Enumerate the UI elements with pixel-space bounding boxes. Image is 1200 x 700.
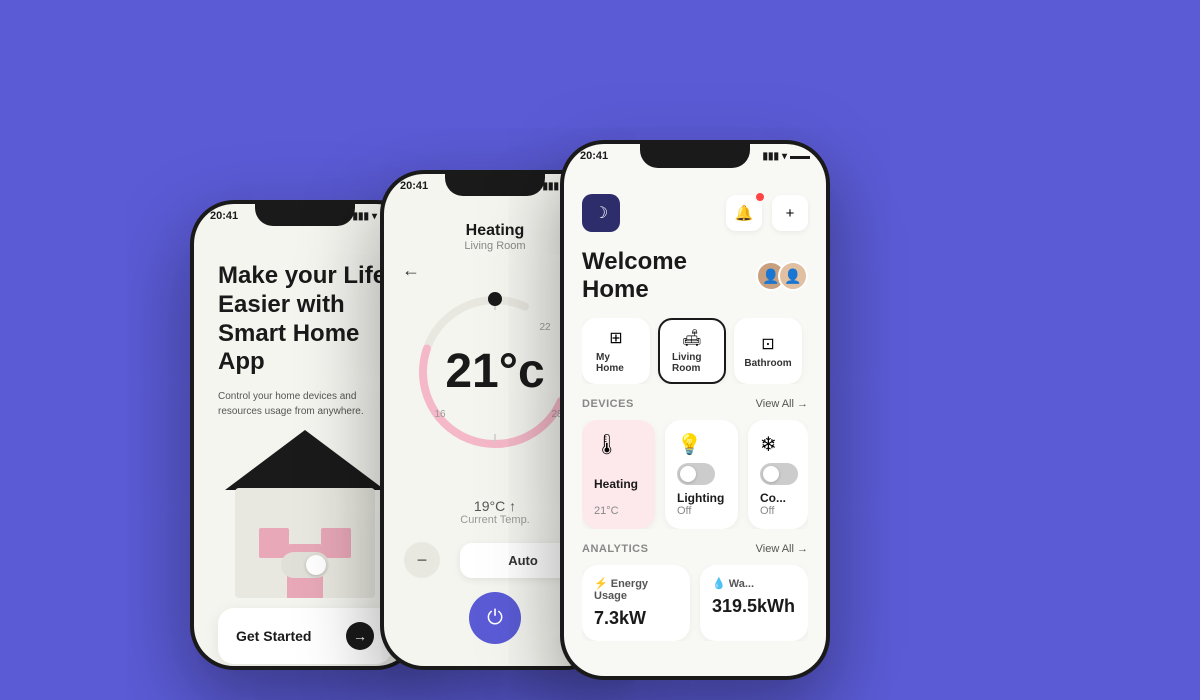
power-button[interactable]: ⏻ (469, 592, 521, 644)
house-illustration (218, 439, 392, 598)
notification-button[interactable]: 🔔 (726, 195, 762, 231)
app-icon-button[interactable]: ☽ (582, 194, 620, 232)
arrow-icon: → (346, 622, 374, 650)
heating-title: Heating (404, 222, 586, 240)
subtext-1: Control your home devices and resources … (218, 389, 392, 419)
analytics-section-header: ANALYTICS View All → (582, 543, 808, 555)
devices-section-header: DEVICES View All → (582, 398, 808, 410)
lighting-toggle[interactable] (677, 463, 715, 485)
co-icon: ❄ (760, 432, 796, 457)
view-all-analytics[interactable]: View All → (756, 543, 808, 555)
device-card-heating[interactable]: 🌡 Heating 21°C (582, 420, 655, 529)
arc-dot (488, 292, 502, 306)
co-name: Co... (760, 491, 796, 505)
time-2: 20:41 (400, 180, 428, 192)
svg-text:22: 22 (539, 322, 551, 333)
avatar-2: 👤 (778, 261, 808, 291)
headline-1: Make your Life Easier with Smart Home Ap… (218, 262, 392, 377)
get-started-label: Get Started (236, 628, 311, 644)
bathroom-icon: ⊡ (761, 334, 774, 354)
current-temp-label: Current Temp. (404, 514, 586, 526)
welcome-text: Welcome Home (582, 248, 756, 304)
water-value: 319.5kWh (712, 596, 796, 617)
analytics-card-water: 💧 Wa... 319.5kWh (700, 565, 808, 641)
house-body (235, 488, 375, 598)
water-title: 💧 Wa... (712, 577, 796, 590)
heating-icon: 🌡 (594, 432, 643, 457)
view-all-devices[interactable]: View All → (756, 398, 808, 410)
temperature-display: 21°c (445, 348, 544, 396)
tab-bathroom[interactable]: ⊡ Bathroom (734, 318, 802, 384)
signal-icons-3: ▮▮▮▾▬▬ (762, 151, 810, 162)
co-value: Off (760, 505, 796, 517)
heating-value: 21°C (594, 505, 643, 517)
toggle-pill-house (281, 552, 329, 578)
analytics-row: ⚡ Energy Usage 7.3kW 💧 Wa... 319.5kWh (582, 565, 808, 641)
topbar-right: 🔔 + (726, 195, 808, 231)
phone-3: 20:41 ▮▮▮▾▬▬ ☽ 🔔 + Welcome Home (560, 140, 830, 680)
heating-name: Heating (594, 477, 643, 491)
temperature-value: 21°c (445, 348, 544, 396)
device-card-lighting[interactable]: 💡 Lighting Off (665, 420, 738, 529)
lighting-icon: 💡 (677, 432, 726, 457)
minus-button[interactable]: − (404, 542, 440, 578)
welcome-row: Welcome Home 👤 👤 (582, 248, 808, 304)
lighting-name: Lighting (677, 491, 726, 505)
energy-value: 7.3kW (594, 608, 678, 629)
tab-my-home[interactable]: ⊞ My Home (582, 318, 650, 384)
notch-2 (445, 174, 545, 196)
avatars: 👤 👤 (756, 261, 808, 291)
current-temp-value: 19°C ↑ (404, 498, 586, 514)
my-home-icon: ⊞ (609, 328, 622, 348)
lighting-value: Off (677, 505, 726, 517)
back-button[interactable]: ← (402, 260, 420, 281)
analytics-label: ANALYTICS (582, 543, 648, 555)
analytics-card-energy: ⚡ Energy Usage 7.3kW (582, 565, 690, 641)
co-toggle-knob (763, 466, 779, 482)
get-started-button[interactable]: Get Started → (218, 608, 392, 664)
house-window-left (259, 528, 289, 558)
living-room-label: Living Room (672, 352, 712, 374)
co-toggle[interactable] (760, 463, 798, 485)
devices-row: 🌡 Heating 21°C 💡 Lighting Off ❄ (582, 420, 808, 529)
heating-subtitle: Living Room (404, 240, 586, 252)
tab-living-room[interactable]: 🛋 Living Room (658, 318, 726, 384)
house-window-right (321, 528, 351, 558)
phone-3-topbar: ☽ 🔔 + (582, 194, 808, 232)
notch-1 (255, 204, 355, 226)
lighting-toggle-knob (680, 466, 696, 482)
living-room-icon: 🛋 (682, 328, 702, 348)
house-roof (225, 430, 385, 490)
notch-3 (640, 144, 750, 168)
room-tabs: ⊞ My Home 🛋 Living Room ⊡ Bathroom 🛏 Bed… (582, 318, 808, 384)
time-3: 20:41 (580, 150, 608, 162)
devices-label: DEVICES (582, 398, 634, 410)
add-button[interactable]: + (772, 195, 808, 231)
toggle-knob-house (306, 555, 326, 575)
svg-text:16: 16 (434, 409, 446, 420)
energy-title: ⚡ Energy Usage (594, 577, 678, 602)
notification-badge (754, 191, 766, 203)
my-home-label: My Home (596, 352, 636, 374)
time-1: 20:41 (210, 210, 238, 222)
device-card-co[interactable]: ❄ Co... Off (748, 420, 808, 529)
bathroom-label: Bathroom (744, 358, 791, 369)
